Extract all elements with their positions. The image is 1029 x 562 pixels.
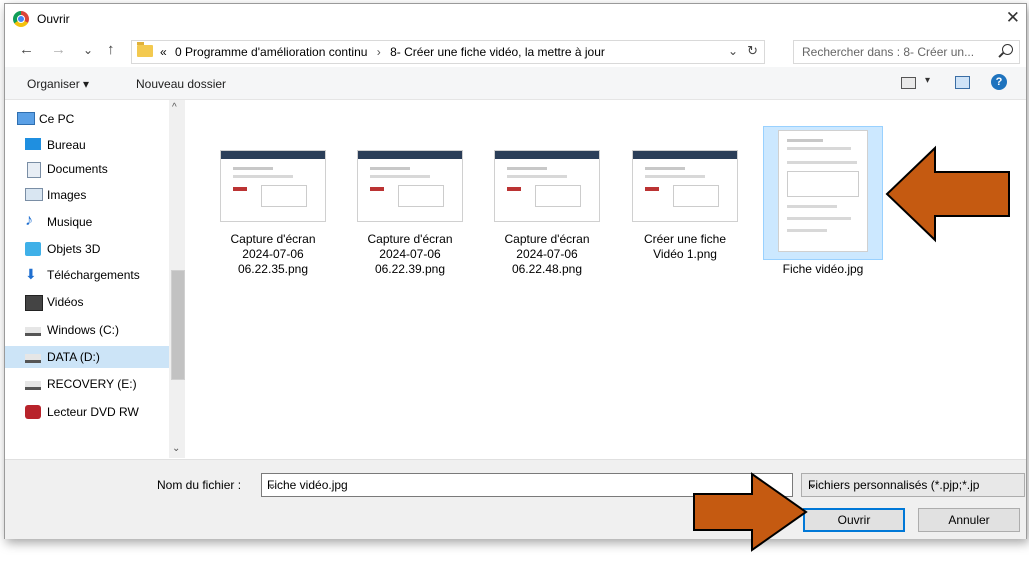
scroll-up-icon[interactable]: ^ xyxy=(172,102,177,113)
search-icon[interactable] xyxy=(1002,44,1013,55)
file-name: Capture d'écran 2024-07-06 06.22.39.png xyxy=(367,232,453,276)
forward-button[interactable]: → xyxy=(51,41,66,58)
nav-scrollbar[interactable]: ^ ⌄ xyxy=(169,100,185,458)
nav-item-label: Vidéos xyxy=(47,295,84,309)
music-icon: ♪ xyxy=(25,212,33,229)
breadcrumb: « 0 Programme d'amélioration continu › 8… xyxy=(160,45,605,59)
file-item[interactable]: Capture d'écran 2024-07-06 06.22.39.png xyxy=(351,130,469,276)
annotation-arrow-right xyxy=(693,472,808,552)
file-thumbnail xyxy=(778,130,868,252)
breadcrumb-overflow[interactable]: « xyxy=(160,45,167,59)
preview-pane-icon[interactable] xyxy=(955,76,970,89)
dialog-title: Ouvrir xyxy=(37,12,70,26)
view-options-icon[interactable] xyxy=(901,77,916,89)
open-button[interactable]: Ouvrir xyxy=(803,508,905,532)
help-icon[interactable]: ? xyxy=(991,74,1007,90)
nav-item[interactable]: Ce PC xyxy=(5,108,169,130)
file-name: Fiche vidéo.jpg xyxy=(782,262,864,276)
command-bar: Organiser ▾ Nouveau dossier ▾ ? xyxy=(5,67,1026,100)
scrollbar-thumb[interactable] xyxy=(171,270,185,380)
title-bar: Ouvrir ✕ xyxy=(5,4,1026,34)
drive-icon xyxy=(25,354,41,363)
file-item[interactable]: Capture d'écran 2024-07-06 06.22.35.png xyxy=(214,130,332,276)
recent-locations-button[interactable]: ⌄ xyxy=(83,43,93,57)
nav-item-label: Lecteur DVD RW xyxy=(47,405,139,419)
open-file-dialog: Ouvrir ✕ ← → ⌄ ↑ « 0 Programme d'amélior… xyxy=(4,3,1027,539)
up-button[interactable]: ↑ xyxy=(107,41,115,58)
desktop-icon xyxy=(25,138,41,150)
file-name: Capture d'écran 2024-07-06 06.22.35.png xyxy=(230,232,316,276)
dvd-icon xyxy=(25,405,41,419)
cancel-button[interactable]: Annuler xyxy=(918,508,1020,532)
nav-item[interactable]: RECOVERY (E:) xyxy=(5,373,169,395)
file-thumbnail xyxy=(632,150,738,222)
video-icon xyxy=(25,295,43,311)
nav-item-label: Musique xyxy=(47,215,93,229)
folder-icon xyxy=(137,42,153,57)
download-icon: ⬇ xyxy=(25,266,37,282)
pictures-icon xyxy=(25,188,43,201)
file-item[interactable]: Créer une fiche Vidéo 1.png xyxy=(626,130,744,261)
nav-item-label: Objets 3D xyxy=(47,242,101,256)
nav-item-label: Documents xyxy=(47,162,108,176)
breadcrumb-separator[interactable]: › xyxy=(371,45,387,59)
file-type-dropdown-icon[interactable]: ⌄ xyxy=(808,478,1020,491)
nav-item[interactable]: Images xyxy=(5,184,169,206)
close-button[interactable]: ✕ xyxy=(1006,8,1020,28)
nav-item-label: RECOVERY (E:) xyxy=(47,377,137,391)
nav-item[interactable]: Windows (C:) xyxy=(5,319,169,341)
nav-item[interactable]: DATA (D:) xyxy=(5,346,169,368)
nav-item-label: Bureau xyxy=(47,138,86,152)
back-button[interactable]: ← xyxy=(19,41,34,58)
file-item[interactable]: Capture d'écran 2024-07-06 06.22.48.png xyxy=(488,130,606,276)
address-bar[interactable]: « 0 Programme d'amélioration continu › 8… xyxy=(131,40,765,64)
file-type-select[interactable]: Fichiers personnalisés (*.pjp;*.jp ⌄ xyxy=(801,473,1025,497)
address-row: ← → ⌄ ↑ « 0 Programme d'amélioration con… xyxy=(5,36,1026,66)
nav-item[interactable]: ⬇ Téléchargements xyxy=(5,264,169,286)
nav-item[interactable]: Documents xyxy=(5,158,169,180)
navigation-pane: ^ ⌄ Ce PC Bureau Documents Images ♪ Musique Ob… xyxy=(5,100,185,458)
search-input[interactable]: Rechercher dans : 8- Créer un... xyxy=(793,40,1020,64)
annotation-arrow-left xyxy=(885,145,1010,243)
file-name: Capture d'écran 2024-07-06 06.22.48.png xyxy=(504,232,590,276)
file-item[interactable]: Fiche vidéo.jpg xyxy=(763,126,883,276)
nav-item[interactable]: Lecteur DVD RW xyxy=(5,401,169,423)
new-folder-button[interactable]: Nouveau dossier xyxy=(136,77,226,91)
filename-label: Nom du fichier : xyxy=(157,478,242,492)
nav-item-label: Images xyxy=(47,188,87,202)
nav-item-label: Ce PC xyxy=(39,112,75,126)
drive-icon xyxy=(25,381,41,390)
computer-icon xyxy=(17,112,35,125)
file-thumbnail xyxy=(357,150,463,222)
drive-icon xyxy=(25,327,41,336)
refresh-icon[interactable]: ↻ xyxy=(747,43,758,59)
nav-item[interactable]: Bureau xyxy=(5,134,169,156)
view-dropdown-icon[interactable]: ▾ xyxy=(925,75,930,86)
organize-menu[interactable]: Organiser ▾ xyxy=(27,77,89,91)
nav-item-label: DATA (D:) xyxy=(47,350,100,364)
nav-item[interactable]: ♪ Musique xyxy=(5,211,169,233)
documents-icon xyxy=(27,162,41,178)
nav-item[interactable]: Objets 3D xyxy=(5,238,169,260)
nav-item-label: Windows (C:) xyxy=(47,323,120,337)
breadcrumb-item[interactable]: 8- Créer une fiche vidéo, la mettre à jo… xyxy=(390,45,605,59)
cube-icon xyxy=(25,242,41,256)
file-thumbnail xyxy=(220,150,326,222)
scroll-down-icon[interactable]: ⌄ xyxy=(172,443,180,454)
nav-item-label: Téléchargements xyxy=(47,268,140,282)
nav-item[interactable]: Vidéos xyxy=(5,291,169,313)
file-name: Créer une fiche Vidéo 1.png xyxy=(643,232,727,261)
file-thumbnail xyxy=(494,150,600,222)
breadcrumb-item[interactable]: 0 Programme d'amélioration continu xyxy=(170,45,367,59)
dialog-footer: Nom du fichier : Fiche vidéo.jpg ⌄ Fichi… xyxy=(5,459,1026,539)
address-dropdown-icon[interactable]: ⌄ xyxy=(728,44,738,58)
search-placeholder: Rechercher dans : 8- Créer un... xyxy=(802,45,975,59)
chrome-icon xyxy=(13,11,29,27)
